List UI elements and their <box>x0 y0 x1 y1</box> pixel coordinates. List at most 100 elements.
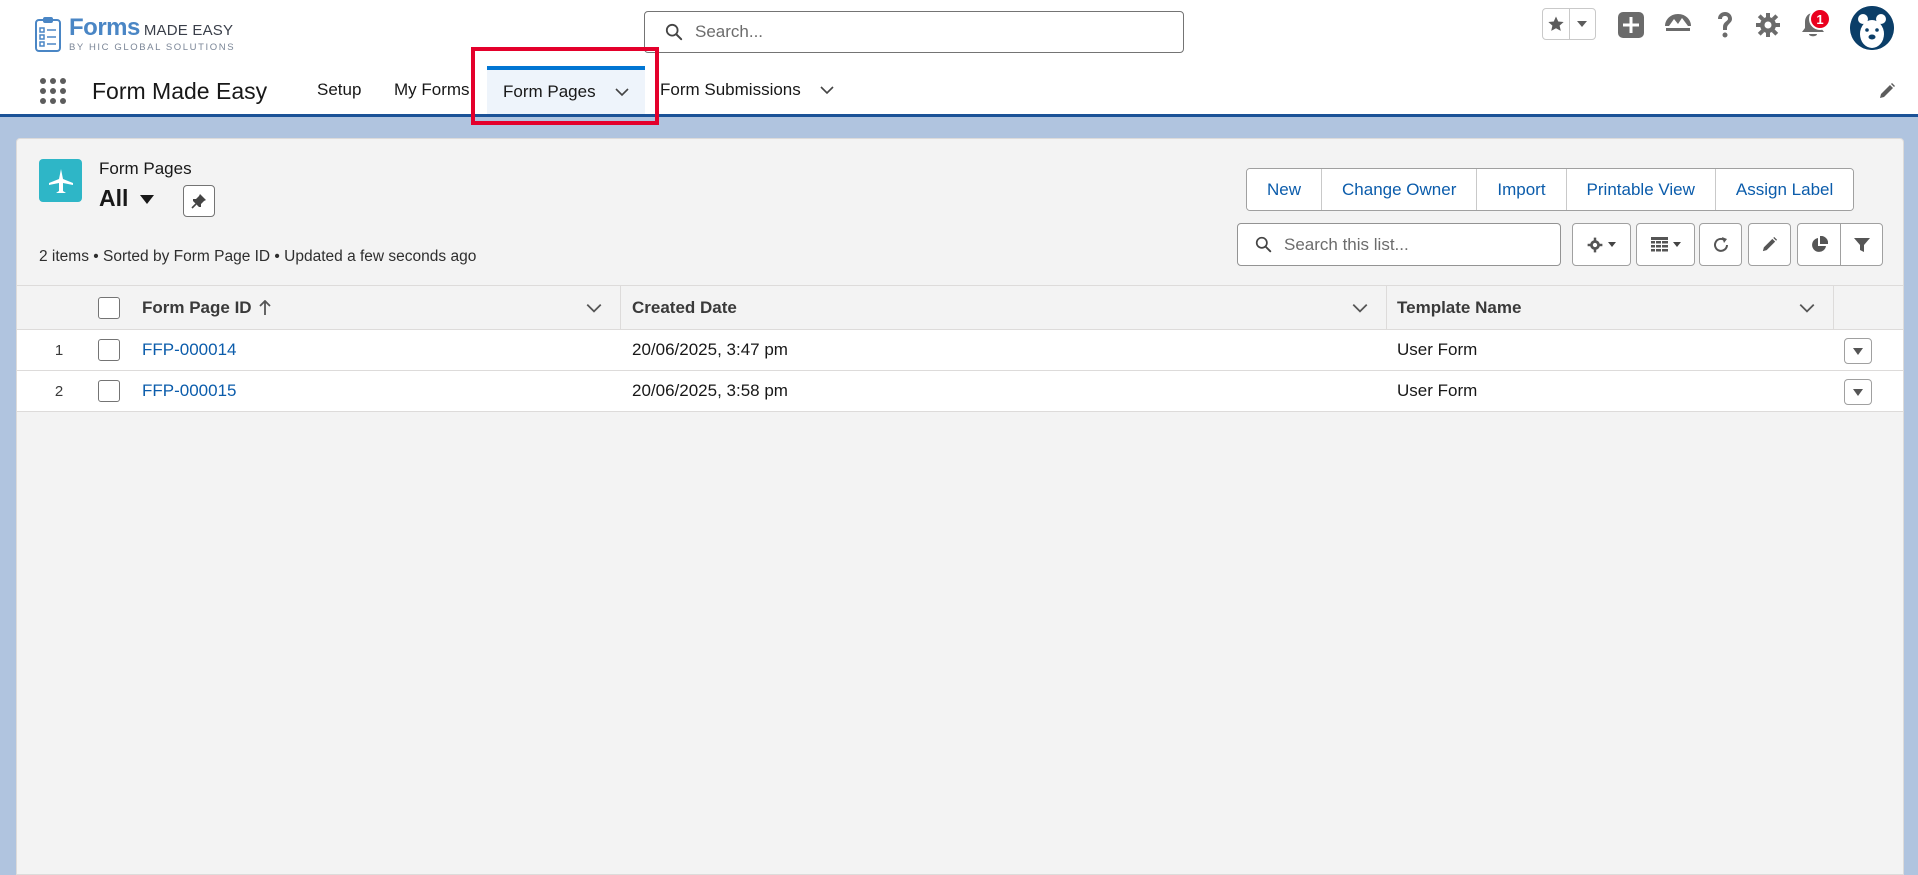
nav-tab-label: My Forms <box>394 80 470 99</box>
trailhead-icon <box>1665 14 1691 31</box>
nav-tab-label: Form Submissions <box>660 80 801 99</box>
global-actions-button[interactable] <box>1616 10 1646 40</box>
list-view-controls-button[interactable] <box>1572 223 1631 266</box>
setup-gear-icon <box>1756 13 1780 37</box>
pin-icon <box>191 194 206 209</box>
user-avatar-bear-icon <box>1850 6 1894 50</box>
favorites-dropdown-button[interactable] <box>1570 9 1596 39</box>
brand-suffix: MADE EASY <box>143 21 234 39</box>
favorites-dropdown-icon <box>1577 21 1588 27</box>
list-view-name: All <box>99 185 129 211</box>
chevron-down-icon[interactable] <box>614 84 630 100</box>
assign-label-button[interactable]: Assign Label <box>1715 169 1854 210</box>
caret-down-icon <box>1853 388 1863 396</box>
forms-logo-icon <box>35 17 61 52</box>
caret-down-icon <box>1853 347 1863 355</box>
form-pages-object-icon <box>39 159 82 202</box>
created-date-cell: 20/06/2025, 3:47 pm <box>632 340 788 359</box>
show-charts-button[interactable] <box>1797 223 1841 266</box>
column-header-form-page-id[interactable]: Form Page ID <box>142 286 271 329</box>
list-view-selector[interactable]: All <box>99 185 155 212</box>
app-launcher-icon[interactable] <box>38 76 68 106</box>
template-name-cell: User Form <box>1397 340 1478 359</box>
pin-list-view-button[interactable] <box>183 185 215 217</box>
show-filters-button[interactable] <box>1840 223 1883 266</box>
row-select-checkbox[interactable] <box>98 339 120 361</box>
select-all-checkbox[interactable] <box>98 296 120 319</box>
list-search-box[interactable] <box>1237 223 1561 266</box>
caret-down-icon <box>140 195 155 204</box>
favorites-star-icon <box>1548 16 1564 31</box>
table-header-row: Form Page ID Created Date Template Name <box>17 285 1903 330</box>
edit-list-icon <box>1762 236 1778 252</box>
brand-logo[interactable]: Forms MADE EASY BY HIC GLOBAL SOLUTIONS <box>33 14 235 54</box>
app-navigation-bar: Form Made Easy Setup My Forms Form Pages… <box>0 66 1918 117</box>
global-actions-plus-icon <box>1618 12 1644 38</box>
column-header-label: Created Date <box>632 297 737 317</box>
help-icon <box>1718 12 1732 38</box>
edit-nav-pencil-icon[interactable] <box>1878 82 1896 100</box>
search-icon <box>665 23 683 41</box>
sort-ascending-arrow-icon <box>258 299 271 315</box>
change-owner-button[interactable]: Change Owner <box>1322 169 1478 210</box>
row-actions-button[interactable] <box>1844 338 1872 364</box>
nav-tab-my-forms[interactable]: My Forms <box>394 66 470 114</box>
created-date-cell: 20/06/2025, 3:58 pm <box>632 381 788 400</box>
list-meta-info: 2 items • Sorted by Form Page ID • Updat… <box>39 248 477 265</box>
row-select-checkbox[interactable] <box>98 380 120 402</box>
chevron-down-icon[interactable] <box>1798 299 1816 317</box>
nav-tab-label: Form Pages <box>503 82 596 101</box>
refresh-button[interactable] <box>1699 223 1742 266</box>
record-link[interactable]: FFP-000014 <box>142 340 237 360</box>
setup-button[interactable] <box>1753 10 1783 40</box>
plane-icon <box>48 168 73 193</box>
template-name-cell: User Form <box>1397 381 1478 400</box>
column-header-template-name[interactable]: Template Name <box>1397 286 1521 329</box>
object-label: Form Pages <box>99 159 192 178</box>
brand-tagline: BY HIC GLOBAL SOLUTIONS <box>69 41 236 53</box>
import-button[interactable]: Import <box>1477 169 1567 210</box>
trailhead-button[interactable] <box>1663 10 1693 40</box>
table-row: 1 FFP-000014 20/06/2025, 3:47 pm User Fo… <box>17 330 1903 371</box>
records-table: Form Page ID Created Date Template Name … <box>17 285 1903 412</box>
display-as-table-icon <box>1650 237 1668 252</box>
column-header-label: Form Page ID <box>142 297 252 317</box>
favorites-button[interactable] <box>1543 9 1570 39</box>
nav-tab-setup[interactable]: Setup <box>317 66 361 114</box>
column-header-label: Template Name <box>1397 297 1522 317</box>
avatar[interactable] <box>1850 6 1894 50</box>
global-search-input[interactable] <box>695 22 1175 42</box>
nav-tab-form-submissions[interactable]: Form Submissions <box>660 66 835 114</box>
list-actions-button-group: New Change Owner Import Printable View A… <box>1246 168 1855 211</box>
filter-icon <box>1853 237 1870 252</box>
row-actions-button[interactable] <box>1844 379 1872 405</box>
chevron-down-icon[interactable] <box>819 82 835 98</box>
edit-list-button[interactable] <box>1748 223 1791 266</box>
nav-tab-label: Setup <box>317 80 362 99</box>
brand-name: Forms <box>69 13 140 41</box>
global-header: Forms MADE EASY BY HIC GLOBAL SOLUTIONS <box>0 0 1918 66</box>
row-number: 1 <box>54 341 64 359</box>
printable-view-button[interactable]: Printable View <box>1566 169 1716 210</box>
search-icon <box>1255 236 1272 253</box>
refresh-icon <box>1713 236 1728 252</box>
column-header-created-date[interactable]: Created Date <box>632 286 737 329</box>
list-search-input[interactable] <box>1284 234 1554 255</box>
list-settings-gear-icon <box>1587 237 1603 252</box>
new-button[interactable]: New <box>1247 169 1323 210</box>
favorites-button-group <box>1542 8 1596 40</box>
list-view-card: Form Pages All 2 items • Sorted by Form … <box>16 138 1904 875</box>
app-name: Form Made Easy <box>92 78 268 104</box>
notification-count-badge: 1 <box>1809 8 1831 30</box>
record-link[interactable]: FFP-000015 <box>142 381 237 401</box>
help-button[interactable] <box>1710 10 1740 40</box>
display-as-button[interactable] <box>1636 223 1695 266</box>
caret-down-icon <box>1608 242 1616 247</box>
chevron-down-icon[interactable] <box>1351 299 1369 317</box>
table-row: 2 FFP-000015 20/06/2025, 3:58 pm User Fo… <box>17 371 1903 412</box>
chevron-down-icon[interactable] <box>585 299 603 317</box>
select-all-cell <box>98 286 120 329</box>
nav-tab-form-pages[interactable]: Form Pages <box>487 66 645 114</box>
global-search-box[interactable] <box>644 11 1184 53</box>
caret-down-icon <box>1672 242 1681 247</box>
